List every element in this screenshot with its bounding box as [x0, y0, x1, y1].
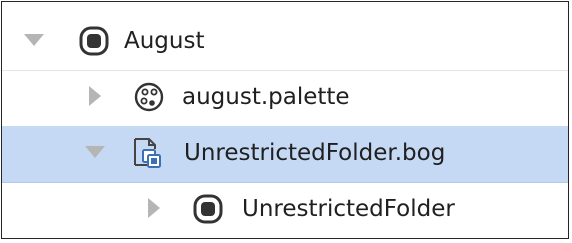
folder-icon	[193, 194, 223, 224]
tree-node-august[interactable]: August	[2, 14, 568, 71]
expand-arrow-icon[interactable]	[83, 140, 107, 164]
tree-node-august-palette[interactable]: august.palette	[2, 70, 568, 127]
tree-node-label: UnrestrictedFolder.bog	[184, 140, 446, 166]
collapse-arrow-icon[interactable]	[83, 84, 107, 108]
tree-node-unrestrictedfolder[interactable]: UnrestrictedFolder	[2, 182, 568, 238]
folder-icon	[79, 26, 109, 56]
tree-node-unrestrictedfolder-bog[interactable]: UnrestrictedFolder.bog	[2, 126, 568, 183]
expand-arrow-icon[interactable]	[22, 28, 46, 52]
nav-tree: August august.palette UnrestrictedFolder…	[1, 1, 569, 239]
bog-file-icon	[134, 138, 161, 168]
tree-node-label: August	[124, 28, 205, 54]
palette-icon	[134, 82, 164, 112]
tree-node-label: august.palette	[182, 84, 350, 110]
collapse-arrow-icon[interactable]	[142, 196, 166, 220]
tree-node-label: UnrestrictedFolder	[242, 196, 455, 222]
